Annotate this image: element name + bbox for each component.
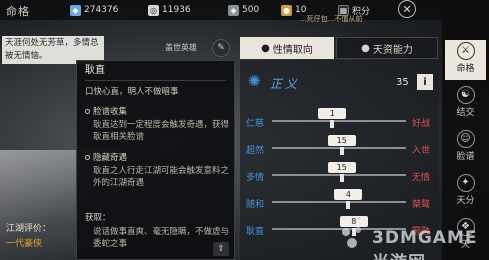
fire-icon: ● [261, 42, 270, 54]
trait-notch [339, 147, 344, 155]
star-icon: ✦ [456, 174, 475, 192]
top-bar: 命格 ◆ 274376 ◎ 11936 ◈ 500 ● 10 ▦ 积分 ✕ ..… [0, 0, 489, 23]
trait-value: 1 [318, 108, 347, 119]
currency-a: ◆ 274376 [70, 3, 118, 17]
share-button[interactable]: ⇪ [213, 242, 229, 256]
tab-talent[interactable]: ● 天资能力 [336, 37, 438, 59]
trait-notch [330, 120, 335, 128]
mask-icon: ☺ [456, 130, 475, 148]
trait-value: 15 [327, 162, 356, 173]
info-button[interactable]: i [417, 74, 433, 90]
watermark-text: 3DMGAME 当游网 [372, 228, 478, 260]
tooltip-section-title: 脸谱收集 [85, 106, 127, 118]
evaluation-label: 江湖评价： [6, 224, 52, 234]
feather-icon[interactable]: ✎ [212, 39, 230, 57]
tooltip-section-title: 隐藏奇遇 [85, 152, 127, 164]
share-icon: ⇪ [217, 244, 225, 254]
trait-row: 超然 15 入世 [246, 135, 431, 156]
tooltip-section-body: 耿直达到一定程度会触发奇遇，获得耿直相关脸谱 [93, 120, 230, 142]
gold-icon: ● [281, 4, 292, 16]
trait-track [272, 120, 406, 122]
tooltip-gain-body: 说话做事直爽、毫无隐瞒，不做虚与委蛇之事 [93, 227, 230, 249]
gem-icon: ◈ [228, 4, 239, 16]
close-icon: ✕ [402, 2, 412, 16]
tooltip-motto: 口快心直，明人不做暗事 [85, 87, 179, 97]
currency-b: ◎ 11936 [148, 4, 191, 16]
currency-c: ◈ 500 [228, 3, 259, 17]
info-icon: i [423, 76, 427, 88]
trait-row: 仁慈 1 好战 [246, 108, 431, 129]
tooltip-section-body: 耿直之人行走江湖可能会触发意料之外的江湖奇遇 [93, 166, 230, 188]
divider [85, 80, 226, 81]
tab-personality[interactable]: ● 性情取向 [240, 37, 334, 59]
trait-value: 15 [327, 135, 356, 146]
silver-icon: ◎ [148, 4, 159, 16]
trait-row: 随和 4 桀骜 [246, 189, 431, 210]
close-button[interactable]: ✕ [398, 0, 416, 18]
sidebar-item-mingge[interactable]: ⚔ 命格 [445, 40, 486, 80]
fire-icon: ● [361, 42, 370, 54]
sword-icon: ⚔ [456, 42, 475, 60]
alignment-header: ✺ 正义 [248, 72, 301, 91]
tooltip-title: 耿直 [85, 65, 105, 76]
evaluation-value: 一代豪侠 [6, 239, 43, 249]
banner-text: ...死仔包...不值从前 [300, 15, 363, 23]
trait-notch [339, 174, 344, 182]
coin-icon: ◆ [70, 4, 81, 16]
sidebar-item-tianfen[interactable]: ✦ 天分 [445, 172, 486, 212]
circle-icon [85, 155, 90, 160]
swirl-icon: ✺ [248, 72, 261, 90]
alignment-score: 35 [396, 77, 409, 88]
trait-tooltip: 耿直 口快心直，明人不做暗事 脸谱收集 耿直达到一定程度会触发奇遇，获得耿直相关… [76, 60, 235, 260]
watermark-logo [342, 227, 361, 248]
name-box: 盖世英雄 ✎ [130, 38, 236, 58]
trait-track [272, 201, 406, 203]
handshake-icon: ☯ [456, 86, 475, 104]
sidebar-item-lianpu[interactable]: ☺ 脸谱 [445, 128, 486, 168]
circle-icon [85, 109, 90, 114]
name-label: 盖世英雄 [165, 43, 197, 52]
sidebar-item-jiejiao[interactable]: ☯ 结交 [445, 84, 486, 124]
page-title: 命格 [6, 5, 30, 18]
tooltip-gain-label: 获取： [85, 213, 111, 223]
trait-notch [346, 201, 351, 209]
trait-row: 多情 15 无情 [246, 162, 431, 183]
trait-value: 4 [334, 189, 363, 200]
